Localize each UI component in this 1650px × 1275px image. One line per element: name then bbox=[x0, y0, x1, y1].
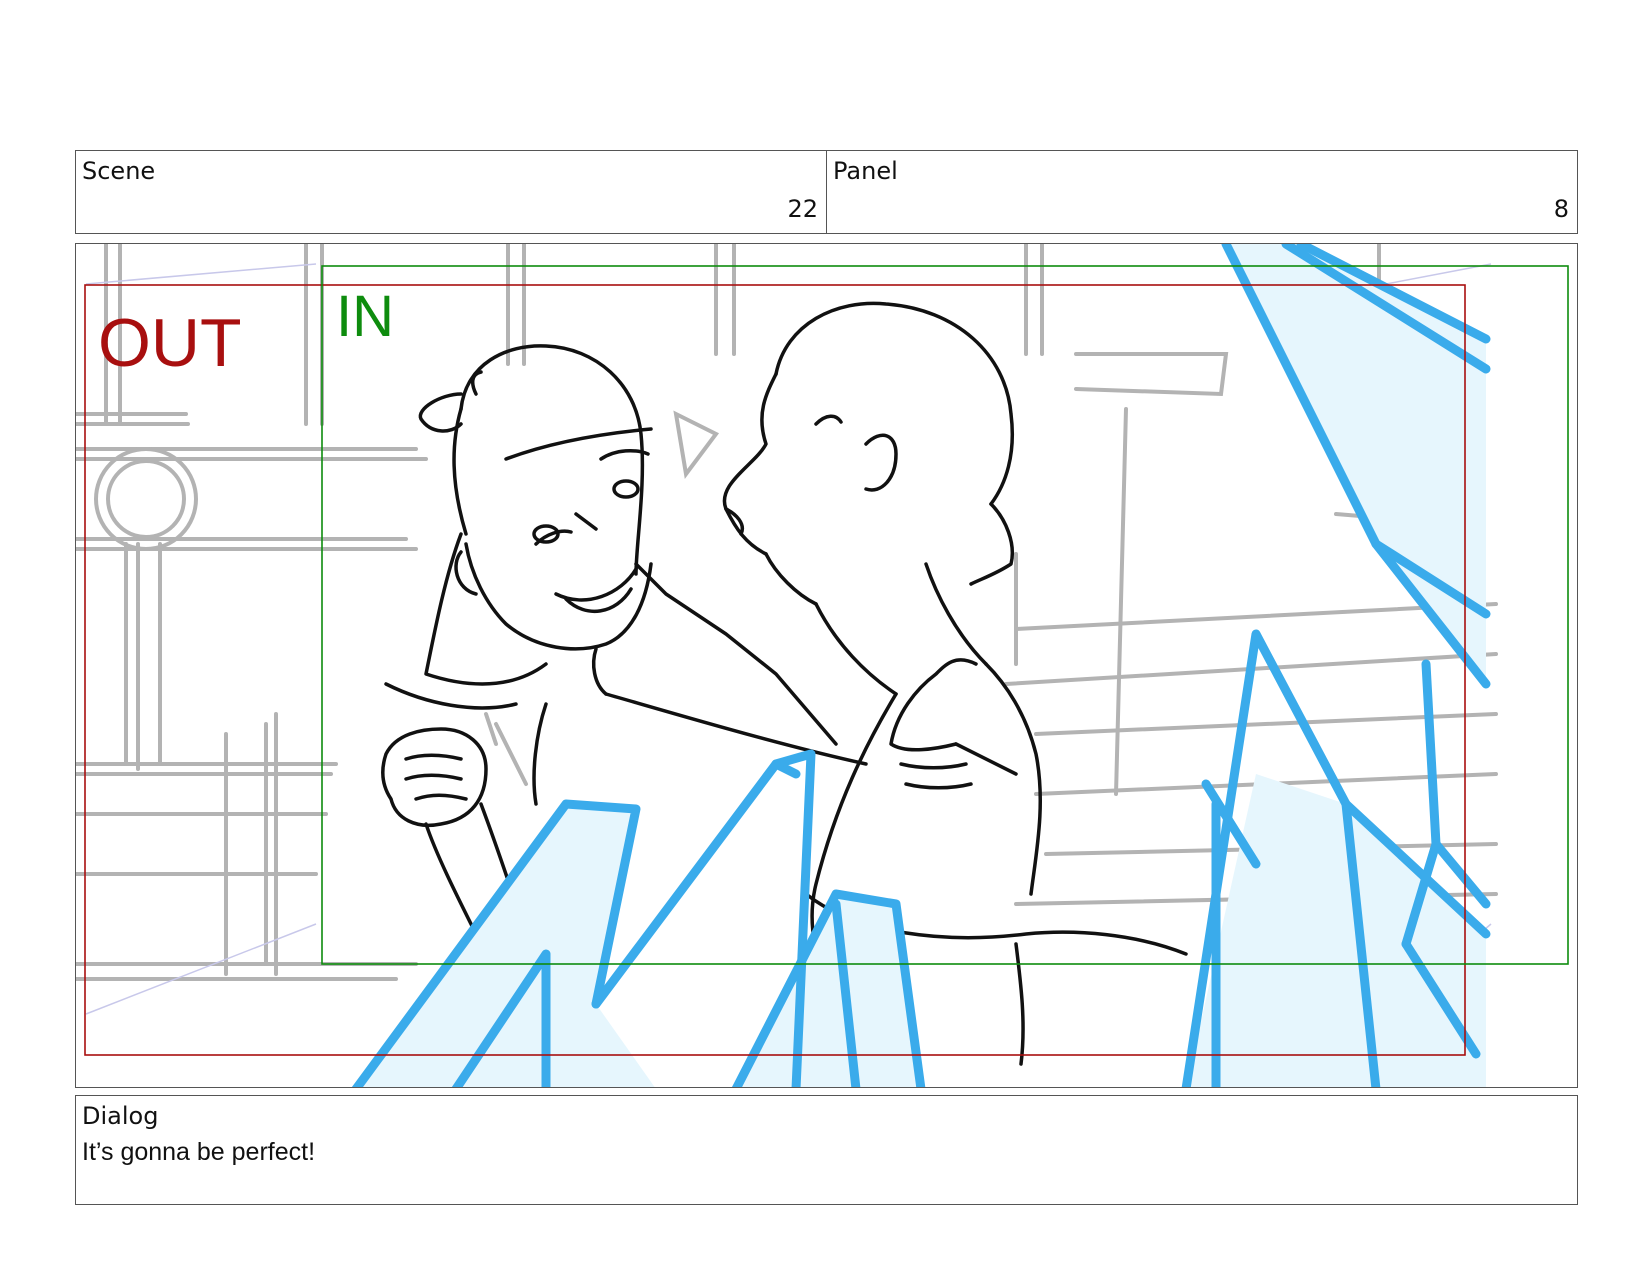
panel-number: 8 bbox=[1553, 195, 1569, 223]
dialog-text: It’s gonna be perfect! bbox=[82, 1138, 316, 1166]
scene-cell: Scene 22 bbox=[76, 151, 826, 233]
dialog-label: Dialog bbox=[82, 1102, 159, 1130]
panel-label: Panel bbox=[833, 157, 898, 185]
scene-number: 22 bbox=[787, 195, 818, 223]
storyboard-sketch: OUT IN bbox=[76, 244, 1569, 1087]
out-label: OUT bbox=[98, 305, 242, 381]
panel-header: Scene 22 Panel 8 bbox=[75, 150, 1578, 234]
dialog-box: Dialog It’s gonna be perfect! bbox=[75, 1095, 1578, 1205]
storyboard-frame: OUT IN bbox=[75, 243, 1578, 1088]
scene-label: Scene bbox=[82, 157, 156, 185]
in-label: IN bbox=[336, 284, 394, 349]
panel-cell: Panel 8 bbox=[826, 151, 1577, 233]
